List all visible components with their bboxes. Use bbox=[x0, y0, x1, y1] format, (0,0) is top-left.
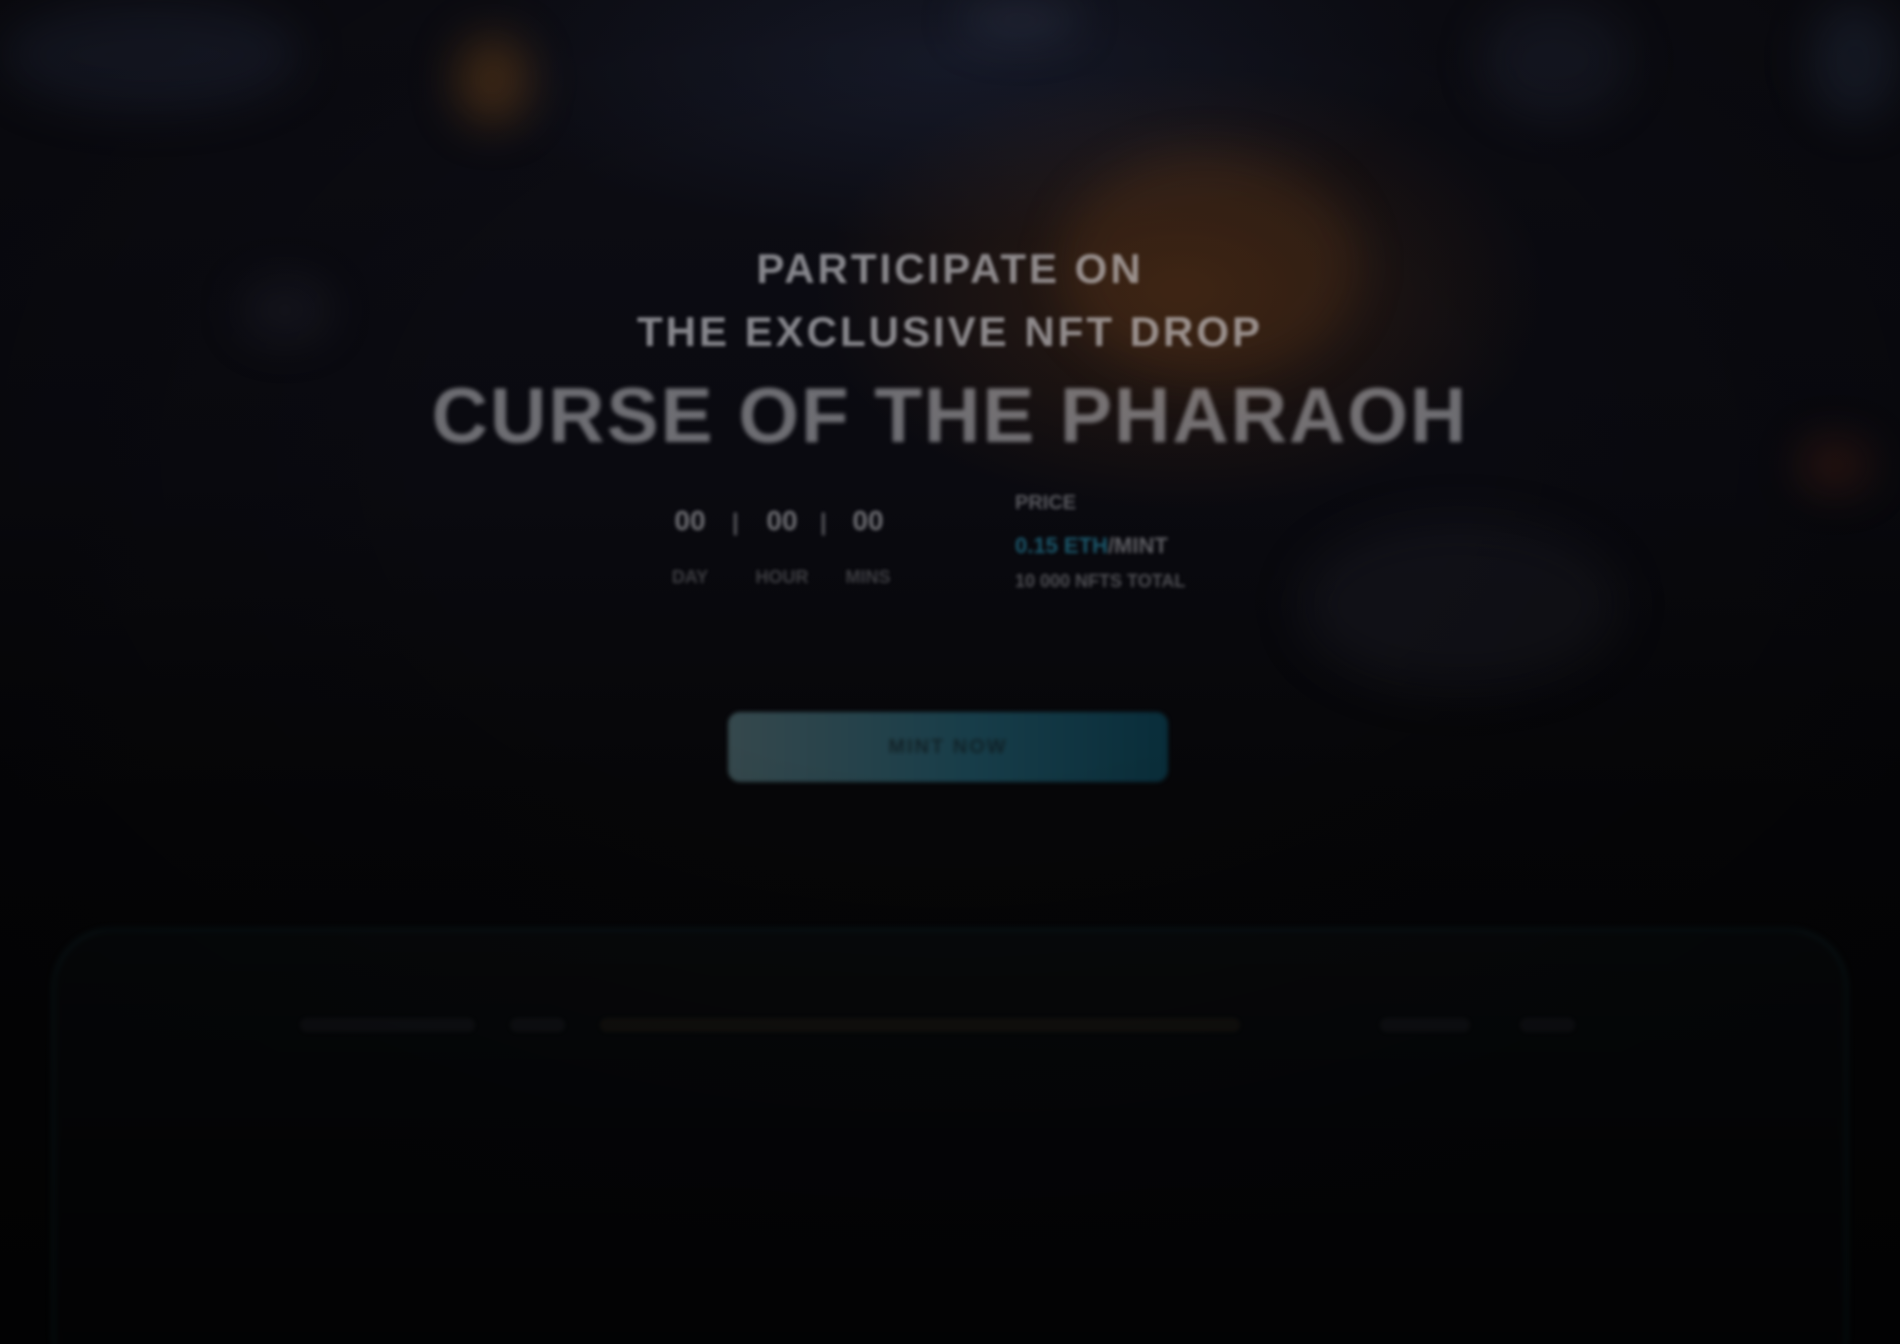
mint-price-value: 0.15 ETH bbox=[1015, 533, 1108, 558]
panel-nav-item[interactable] bbox=[1520, 1018, 1575, 1032]
countdown-days: 00 DAY bbox=[660, 505, 720, 588]
countdown-minutes-value: 00 bbox=[852, 505, 884, 536]
mint-price-label: PRICE bbox=[1015, 492, 1077, 514]
mint-supply: 10 000 NFTS TOTAL bbox=[1015, 571, 1186, 591]
background-glow bbox=[1810, 0, 1900, 120]
countdown-separator: | bbox=[820, 509, 827, 536]
hero-eyebrow-line-1: PARTICIPATE ON bbox=[756, 245, 1144, 292]
mint-now-button[interactable]: MINT NOW bbox=[728, 712, 1168, 782]
hero-eyebrow-line-2: THE EXCLUSIVE NFT DROP bbox=[636, 308, 1264, 355]
panel-nav-item[interactable] bbox=[600, 1018, 1240, 1032]
countdown-separator: | bbox=[732, 509, 739, 536]
countdown-hours: 00 HOUR bbox=[752, 505, 812, 588]
countdown-minutes: 00 MINS bbox=[838, 505, 898, 588]
countdown-timer: 00 DAY | 00 HOUR | 00 MINS bbox=[660, 505, 910, 615]
countdown-days-label: DAY bbox=[671, 567, 709, 587]
background-torch-glow bbox=[455, 35, 530, 125]
background-glow bbox=[1300, 520, 1620, 690]
panel-nav-item[interactable] bbox=[300, 1018, 475, 1032]
content-panel bbox=[52, 928, 1848, 1344]
background-glow bbox=[960, 0, 1080, 40]
countdown-hours-label: HOUR bbox=[755, 567, 809, 587]
countdown-hours-value: 00 bbox=[766, 505, 798, 536]
page: PARTICIPATE ON THE EXCLUSIVE NFT DROP CU… bbox=[0, 0, 1900, 1344]
countdown-minutes-label: MINS bbox=[845, 567, 891, 587]
panel-nav-item[interactable] bbox=[510, 1018, 565, 1032]
panel-nav-item[interactable] bbox=[1380, 1018, 1470, 1032]
background-glow bbox=[1480, 0, 1630, 120]
background-glow bbox=[0, 0, 300, 110]
hero-title: CURSE OF THE PHARAOH bbox=[431, 371, 1469, 459]
countdown-days-value: 00 bbox=[674, 505, 706, 536]
mint-price: 0.15 ETH/MINT bbox=[1015, 533, 1275, 559]
mint-info: PRICE 0.15 ETH/MINT 10 000 NFTS TOTAL bbox=[1015, 492, 1275, 592]
mint-price-unit: /MINT bbox=[1107, 533, 1168, 558]
panel-nav bbox=[300, 1018, 1600, 1038]
